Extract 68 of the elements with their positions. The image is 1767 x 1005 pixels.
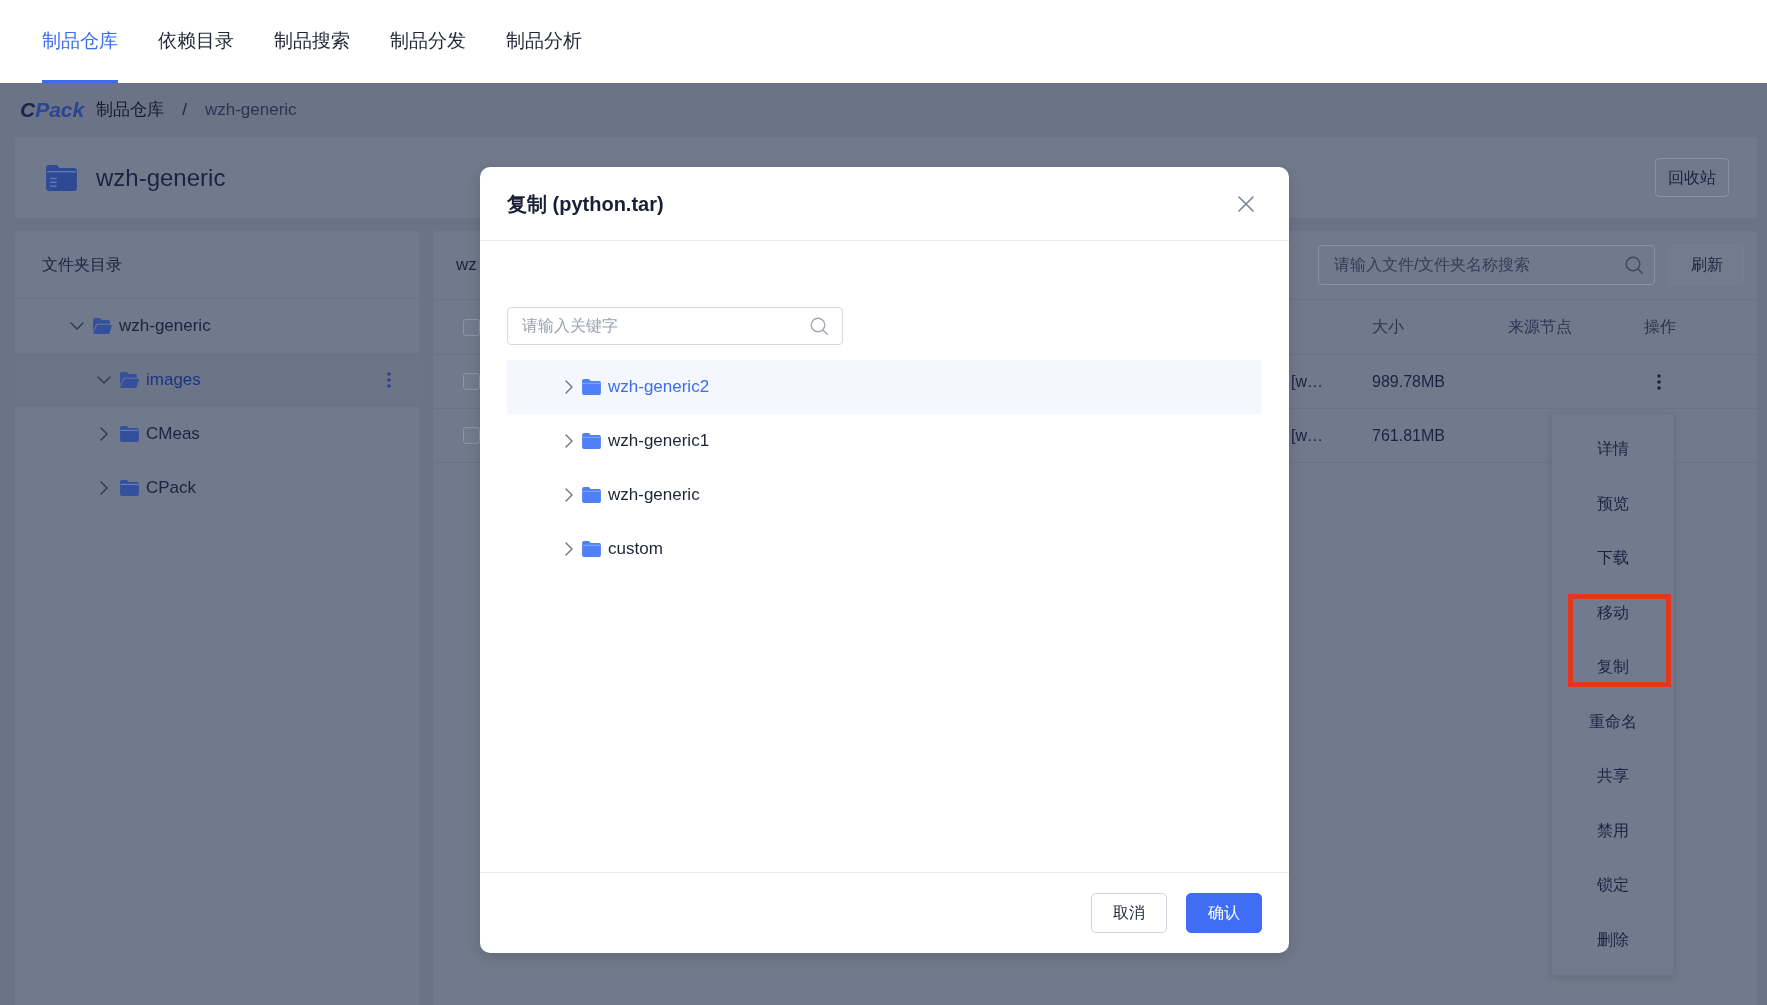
panel-title: 文件夹目录: [42, 254, 122, 275]
menu-item[interactable]: 详情: [1552, 422, 1673, 477]
search-icon: [810, 317, 828, 335]
keyword-search-field[interactable]: 请输入关键字: [507, 307, 843, 345]
checkbox[interactable]: [463, 373, 480, 390]
chevron-right-icon[interactable]: [565, 380, 573, 394]
open-folder-icon: [93, 318, 112, 334]
search-icon: [1625, 256, 1643, 274]
column-header: 来源节点: [1508, 318, 1572, 335]
menu-item[interactable]: 共享: [1552, 749, 1673, 804]
folder-icon: [46, 164, 77, 191]
chevron-right-icon[interactable]: [565, 542, 573, 556]
folder-icon: [582, 541, 601, 557]
tree-item[interactable]: CMeas: [15, 407, 419, 461]
recycle-bin-button[interactable]: 回收站: [1655, 158, 1729, 197]
open-folder-icon: [120, 372, 139, 388]
nav-tab[interactable]: 依赖目录: [158, 0, 234, 83]
chevron-right-icon[interactable]: [100, 481, 108, 495]
refresh-button[interactable]: 刷新: [1669, 245, 1744, 285]
table-cell: 989.78MB: [1372, 372, 1445, 390]
menu-item[interactable]: 删除: [1552, 912, 1673, 967]
chevron-right-icon[interactable]: [565, 488, 573, 502]
menu-item[interactable]: 禁用: [1552, 803, 1673, 858]
nav-tab[interactable]: 制品分析: [506, 0, 582, 83]
tree-item[interactable]: custom: [507, 522, 1261, 576]
folder-icon: [582, 379, 601, 395]
breadcrumb-link[interactable]: 制品仓库: [96, 97, 165, 123]
breadcrumb-link[interactable]: wzh-generic: [204, 97, 297, 123]
chevron-right-icon[interactable]: [565, 434, 573, 448]
checkbox[interactable]: [463, 318, 480, 336]
column-header: 操作: [1644, 318, 1676, 335]
folder-icon: [120, 480, 139, 496]
table-cell: 761.81MB: [1372, 426, 1445, 444]
table-cell: [w…: [1291, 426, 1323, 444]
tree-item[interactable]: wzh-generic: [15, 299, 419, 353]
menu-item[interactable]: 重命名: [1552, 694, 1673, 749]
chevron-down-icon[interactable]: [97, 376, 111, 384]
folder-path: wz: [456, 254, 477, 277]
logo: CPack: [20, 97, 85, 124]
more-icon[interactable]: [387, 372, 391, 388]
repo-title: wzh-generic: [96, 162, 226, 193]
menu-item[interactable]: 复制: [1552, 640, 1673, 695]
chevron-down-icon[interactable]: [70, 322, 84, 330]
tree-item[interactable]: wzh-generic: [507, 468, 1261, 522]
dialog-title: 复制 (python.tar): [507, 191, 664, 217]
column-header: 大小: [1372, 318, 1404, 335]
menu-item[interactable]: 预览: [1552, 476, 1673, 531]
table-cell: [w…: [1291, 372, 1323, 390]
breadcrumb-separator: /: [182, 99, 187, 122]
nav-tab[interactable]: 制品分发: [390, 0, 466, 83]
checkbox[interactable]: [463, 427, 480, 444]
confirm-button[interactable]: 确认: [1186, 893, 1262, 933]
menu-item[interactable]: 下载: [1552, 531, 1673, 586]
close-icon[interactable]: [1238, 195, 1254, 212]
tree-item[interactable]: wzh-generic1: [507, 414, 1261, 468]
folder-icon: [120, 426, 139, 442]
folder-icon: [582, 433, 601, 449]
nav-tab[interactable]: 制品搜索: [274, 0, 350, 83]
more-icon[interactable]: [1657, 373, 1661, 390]
menu-item[interactable]: 锁定: [1552, 858, 1673, 913]
tree-item[interactable]: images: [15, 353, 419, 407]
tree-item[interactable]: wzh-generic2: [507, 360, 1261, 414]
chevron-right-icon[interactable]: [100, 427, 108, 441]
search-field[interactable]: 请输入文件/文件夹名称搜索: [1318, 245, 1655, 285]
tree-item[interactable]: CPack: [15, 461, 419, 515]
cancel-button[interactable]: 取消: [1091, 893, 1167, 933]
menu-item[interactable]: 移动: [1552, 585, 1673, 640]
folder-icon: [582, 487, 601, 503]
